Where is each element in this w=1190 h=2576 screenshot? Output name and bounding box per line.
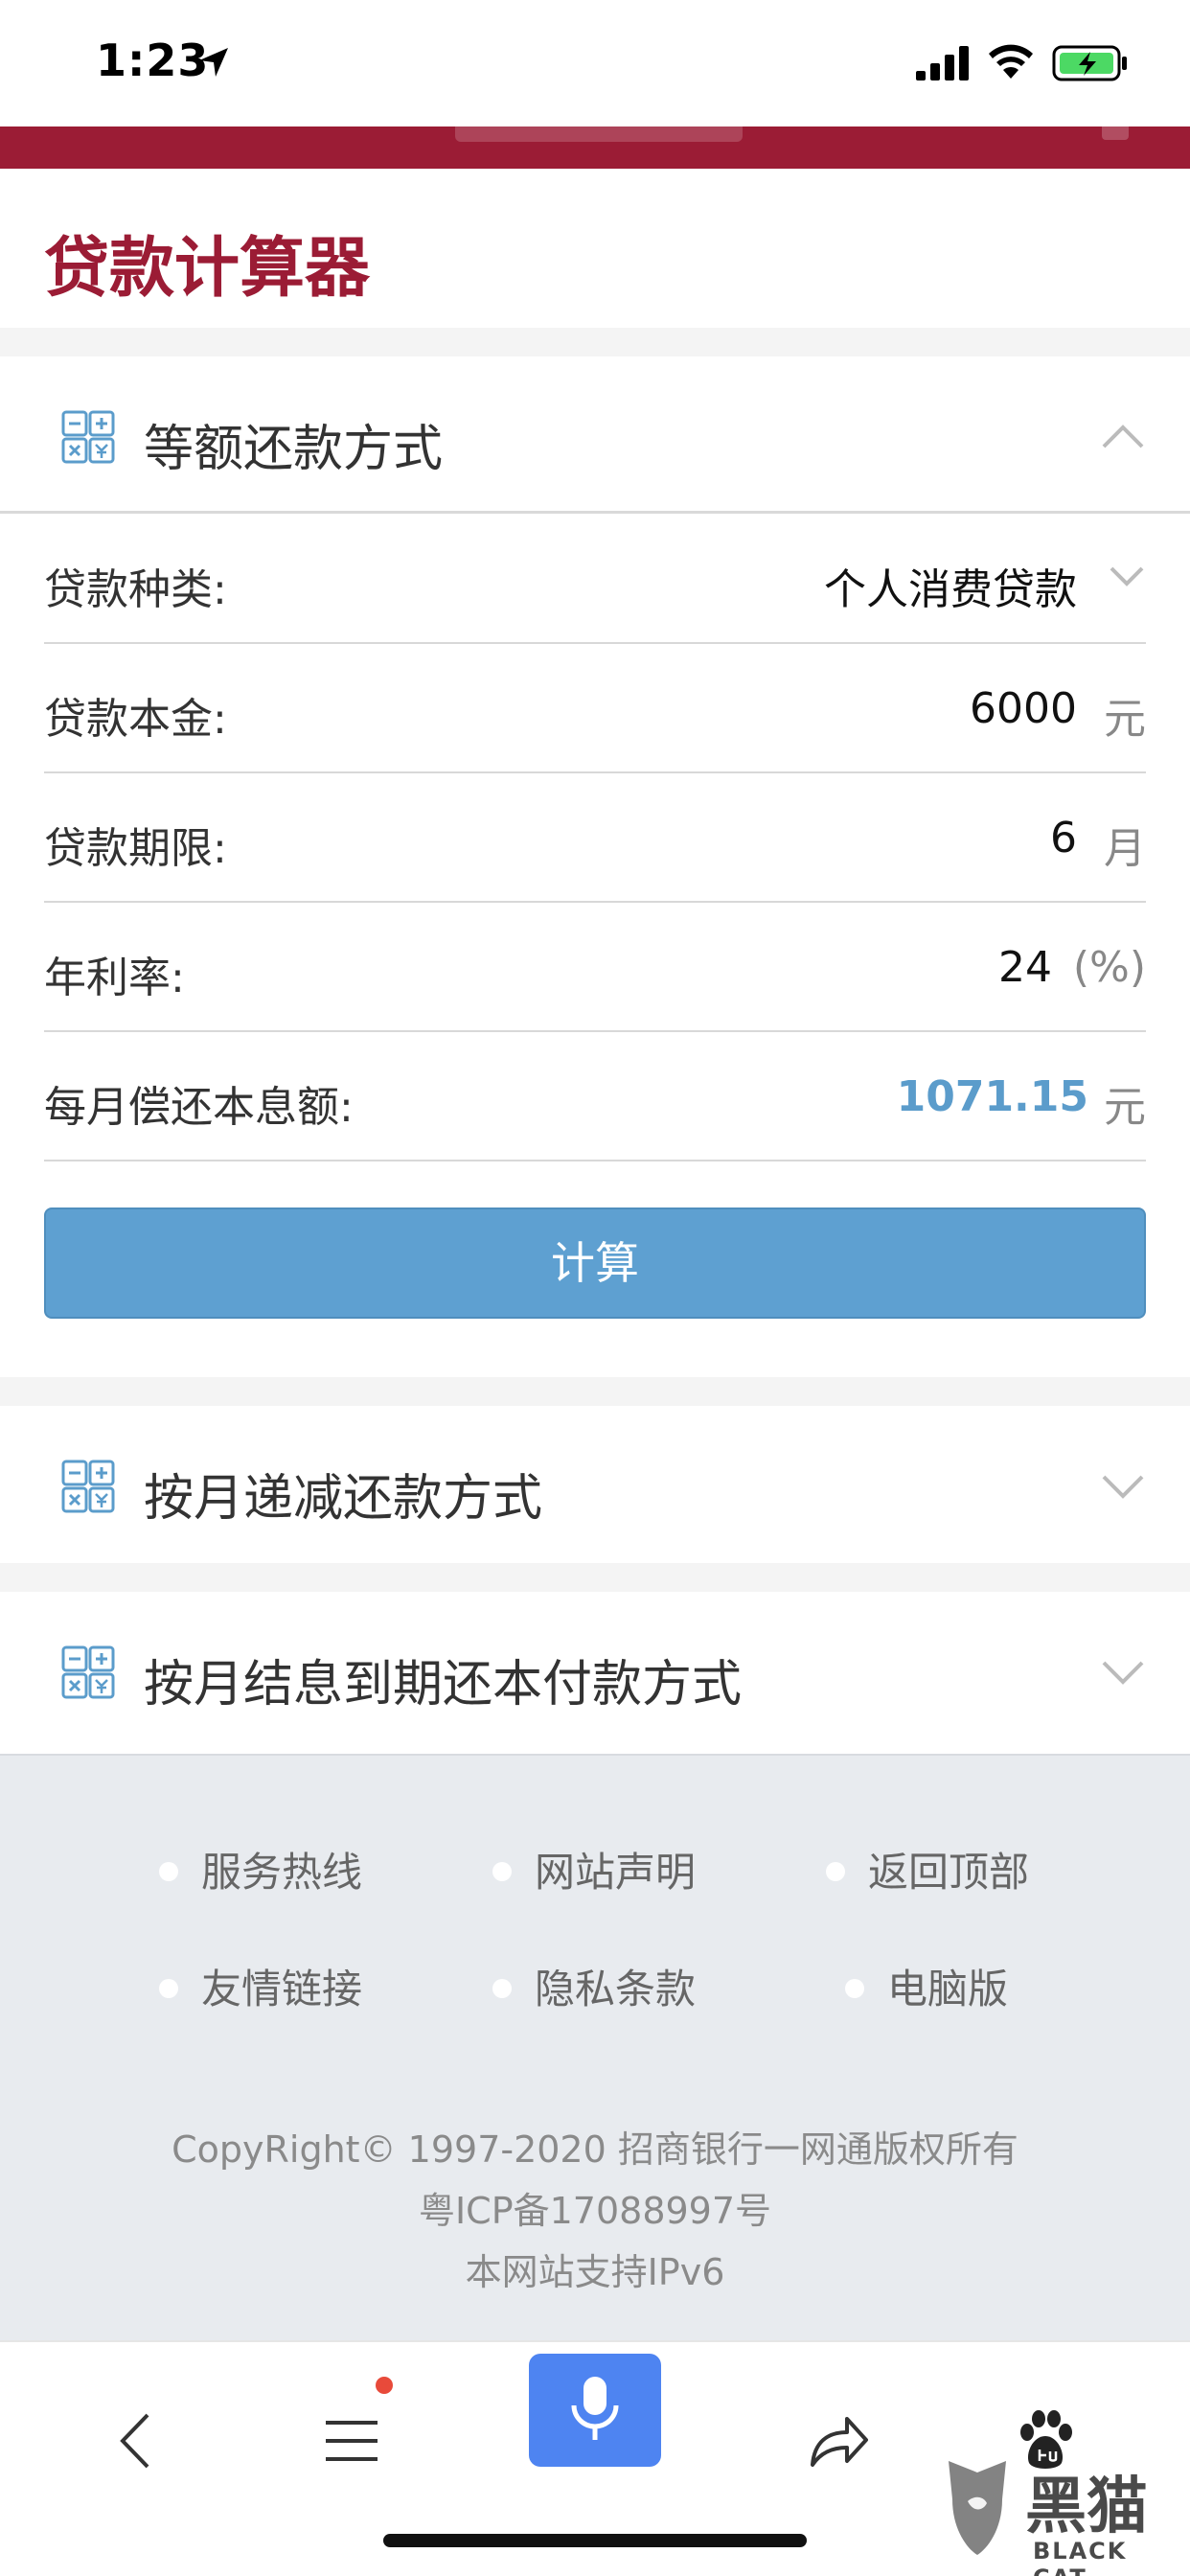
monthly-payment-value: 1071.15 <box>896 1072 1088 1121</box>
section-gap <box>0 1377 1190 1406</box>
section-gap <box>0 1563 1190 1592</box>
footer-copyright: CopyRight© 1997-2020 招商银行一网通版权所有 <box>172 2128 1018 2171</box>
rate-input[interactable]: 24 <box>998 943 1052 992</box>
loan-type-row[interactable]: 贷款种类: 个人消费贷款 <box>44 515 1146 644</box>
watermark-name: 黑猫 <box>1025 2472 1148 2542</box>
wifi-icon <box>989 44 1033 79</box>
footer: 服务热线 网站声明 返回顶部 友情链接 隐私条款 电脑版 CopyRight© … <box>0 1754 1190 2340</box>
monthly-payment-label: 每月偿还本息额: <box>44 1083 354 1132</box>
calculator-icon <box>61 1460 115 1513</box>
footer-link-label: 隐私条款 <box>535 1966 697 2012</box>
page-title-area: 贷款计算器 <box>0 169 1190 328</box>
term-unit: 月 <box>1104 824 1146 873</box>
footer-ipv6: 本网站支持IPv6 <box>465 2251 725 2293</box>
bank-logo <box>455 126 743 142</box>
principal-input[interactable]: 6000 <box>970 684 1077 733</box>
calculator-icon <box>61 410 115 464</box>
principal-unit: 元 <box>1104 695 1146 744</box>
footer-link-label: 返回顶部 <box>868 1849 1030 1896</box>
location-arrow-icon <box>199 48 228 77</box>
rate-label: 年利率: <box>44 954 185 1002</box>
chevron-up-icon[interactable] <box>1100 416 1146 454</box>
footer-link-label: 网站声明 <box>535 1849 697 1896</box>
section-equal-title: 等额还款方式 <box>144 421 444 478</box>
notification-dot <box>376 2377 393 2394</box>
footer-icp: 粤ICP备17088997号 <box>418 2190 772 2232</box>
monthly-payment-unit: 元 <box>1104 1083 1146 1132</box>
back-icon[interactable] <box>103 2407 171 2474</box>
term-input[interactable]: 6 <box>1050 814 1077 862</box>
footer-link-desktop[interactable]: 电脑版 <box>845 1957 1008 2015</box>
bullet-dot <box>159 1861 178 1881</box>
status-bar: 1:23 <box>0 0 1190 126</box>
bullet-dot <box>159 1978 178 1998</box>
footer-link-back-to-top[interactable]: 返回顶部 <box>826 1840 1029 1898</box>
principal-label: 贷款本金: <box>44 695 227 744</box>
chevron-down-icon[interactable] <box>1100 1465 1146 1504</box>
calculate-button[interactable]: 计算 <box>44 1208 1146 1319</box>
bullet-dot <box>492 1978 512 1998</box>
footer-link-label: 服务热线 <box>201 1849 363 1896</box>
section-interest-header[interactable]: 按月结息到期还本付款方式 <box>0 1592 1190 1749</box>
chevron-down-icon[interactable] <box>1100 1651 1146 1690</box>
monthly-payment-row: 每月偿还本息额: 1071.15 元 <box>44 1032 1146 1162</box>
section-gap <box>0 328 1190 356</box>
microphone-icon <box>571 2377 619 2440</box>
menu-icon[interactable] <box>318 2407 385 2474</box>
term-row: 贷款期限: 6 月 <box>44 773 1146 903</box>
footer-link-label: 电脑版 <box>887 1966 1009 2012</box>
brand-header-bar <box>0 126 1190 169</box>
loan-type-select[interactable]: 个人消费贷款 <box>824 555 1077 616</box>
bullet-dot <box>845 1978 864 1998</box>
term-label: 贷款期限: <box>44 824 227 873</box>
footer-link-hotline[interactable]: 服务热线 <box>159 1840 362 1898</box>
rate-unit: (%) <box>1072 943 1146 992</box>
section-interest-title: 按月结息到期还本付款方式 <box>144 1656 743 1714</box>
section-decreasing-title: 按月递减还款方式 <box>144 1470 543 1528</box>
home-indicator <box>383 2534 807 2547</box>
status-time: 1:23 <box>96 34 210 86</box>
signal-icon <box>916 46 969 80</box>
chevron-down-icon[interactable] <box>1108 561 1146 591</box>
black-cat-watermark: 黑猫 BLACK CAT <box>929 2453 1190 2576</box>
loan-type-label: 贷款种类: <box>44 565 227 614</box>
cat-logo-icon <box>949 2461 1006 2555</box>
footer-link-privacy[interactable]: 隐私条款 <box>492 1957 696 2015</box>
page-title: 贷款计算器 <box>44 231 371 307</box>
watermark-subtitle: BLACK CAT <box>1033 2538 1128 2576</box>
share-icon[interactable] <box>805 2407 872 2474</box>
bullet-dot <box>492 1861 512 1881</box>
footer-link-friends[interactable]: 友情链接 <box>159 1957 362 2015</box>
calculator-icon <box>61 1645 115 1699</box>
rate-row: 年利率: 24 (%) <box>44 903 1146 1032</box>
section-decreasing-header[interactable]: 按月递减还款方式 <box>0 1406 1190 1563</box>
header-arrow-icon[interactable] <box>1102 126 1129 140</box>
principal-row: 贷款本金: 6000 元 <box>44 644 1146 773</box>
voice-search-button[interactable] <box>529 2354 661 2467</box>
battery-charging-icon <box>1052 45 1127 81</box>
footer-link-statement[interactable]: 网站声明 <box>492 1840 696 1898</box>
section-equal-header[interactable]: 等额还款方式 <box>0 356 1190 514</box>
footer-link-label: 友情链接 <box>201 1966 363 2012</box>
bullet-dot <box>826 1861 845 1881</box>
